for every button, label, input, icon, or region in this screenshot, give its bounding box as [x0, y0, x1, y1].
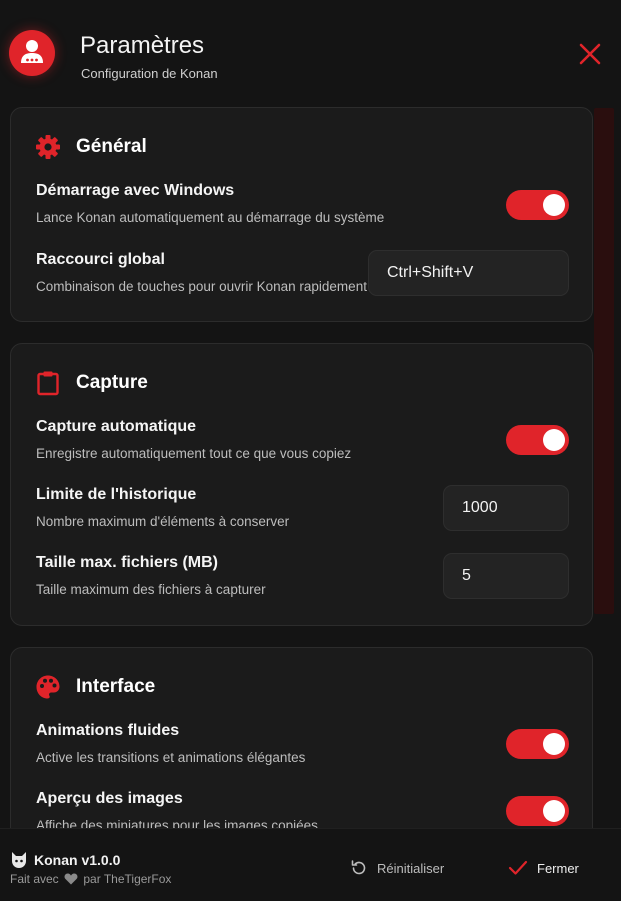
scrollbar[interactable] — [594, 108, 614, 614]
toggle-knob — [543, 733, 565, 755]
close-label: Fermer — [537, 861, 579, 876]
page-subtitle: Configuration de Konan — [81, 66, 218, 81]
image-preview-toggle[interactable] — [506, 796, 569, 826]
app-version: Konan v1.0.0 — [34, 852, 121, 868]
toggle-knob — [543, 194, 565, 216]
gear-icon — [36, 135, 60, 159]
section-title: Capture — [76, 372, 148, 393]
credits-prefix: Fait avec — [10, 872, 59, 886]
section-title: Interface — [76, 676, 156, 697]
header: Paramètres Configuration de Konan — [0, 0, 621, 100]
setting-description: Lance Konan automatiquement au démarrage… — [36, 210, 385, 225]
settings-scroll-area[interactable]: Général Démarrage avec Windows Lance Kon… — [0, 100, 621, 828]
clipboard-icon — [37, 371, 59, 396]
setting-shortcut: Raccourci global Combinaison de touches … — [35, 250, 575, 301]
fox-icon — [12, 852, 26, 868]
setting-description: Affiche des miniatures pour les images c… — [36, 818, 318, 828]
footer: Konan v1.0.0 Fait avec par TheTigerFox R… — [0, 828, 621, 901]
section-title: Général — [76, 136, 147, 157]
setting-description: Nombre maximum d'éléments à conserver — [36, 514, 290, 529]
setting-label: Aperçu des images — [36, 790, 183, 807]
page-title: Paramètres — [80, 32, 205, 59]
credits: Fait avec par TheTigerFox — [10, 872, 171, 886]
setting-label: Animations fluides — [36, 722, 180, 739]
section-interface: Interface Animations fluides Active les … — [10, 647, 593, 828]
setting-description: Combinaison de touches pour ouvrir Konan… — [36, 279, 367, 294]
setting-max-file-size: Taille max. fichiers (MB) Taille maximum… — [35, 553, 575, 604]
history-limit-input[interactable]: 1000 — [443, 485, 569, 531]
animations-toggle[interactable] — [506, 729, 569, 759]
setting-label: Démarrage avec Windows — [36, 182, 235, 199]
setting-description: Taille maximum des fichiers à capturer — [36, 582, 266, 597]
setting-auto-capture: Capture automatique Enregistre automatiq… — [35, 418, 575, 468]
startup-toggle[interactable] — [506, 190, 569, 220]
close-icon — [579, 43, 601, 65]
settings-window: Paramètres Configuration de Konan Généra… — [0, 0, 621, 901]
setting-description: Active les transitions et animations élé… — [36, 750, 306, 765]
section-capture: Capture Capture automatique Enregistre a… — [10, 343, 593, 626]
close-button[interactable] — [577, 41, 603, 67]
setting-history-limit: Limite de l'historique Nombre maximum d'… — [35, 485, 575, 536]
setting-label: Capture automatique — [36, 418, 197, 435]
toggle-knob — [543, 800, 565, 822]
user-icon — [21, 40, 43, 63]
setting-description: Enregistre automatiquement tout ce que v… — [36, 446, 352, 461]
setting-animations: Animations fluides Active les transition… — [35, 722, 575, 772]
auto-capture-toggle[interactable] — [506, 425, 569, 455]
setting-image-preview: Aperçu des images Affiche des miniatures… — [35, 790, 575, 828]
setting-label: Taille max. fichiers (MB) — [36, 554, 218, 571]
check-icon — [508, 860, 528, 875]
shortcut-input[interactable]: Ctrl+Shift+V — [368, 250, 569, 296]
palette-icon — [36, 675, 60, 699]
reset-label: Réinitialiser — [377, 861, 445, 876]
setting-label: Raccourci global — [36, 251, 165, 268]
setting-label: Limite de l'historique — [36, 486, 197, 503]
setting-startup: Démarrage avec Windows Lance Konan autom… — [35, 182, 575, 232]
toggle-knob — [543, 429, 565, 451]
max-file-size-input[interactable]: 5 — [443, 553, 569, 599]
section-general: Général Démarrage avec Windows Lance Kon… — [10, 107, 593, 322]
heart-icon — [64, 873, 78, 885]
refresh-icon — [351, 860, 366, 875]
avatar — [9, 30, 55, 76]
credits-author: par TheTigerFox — [83, 872, 172, 886]
